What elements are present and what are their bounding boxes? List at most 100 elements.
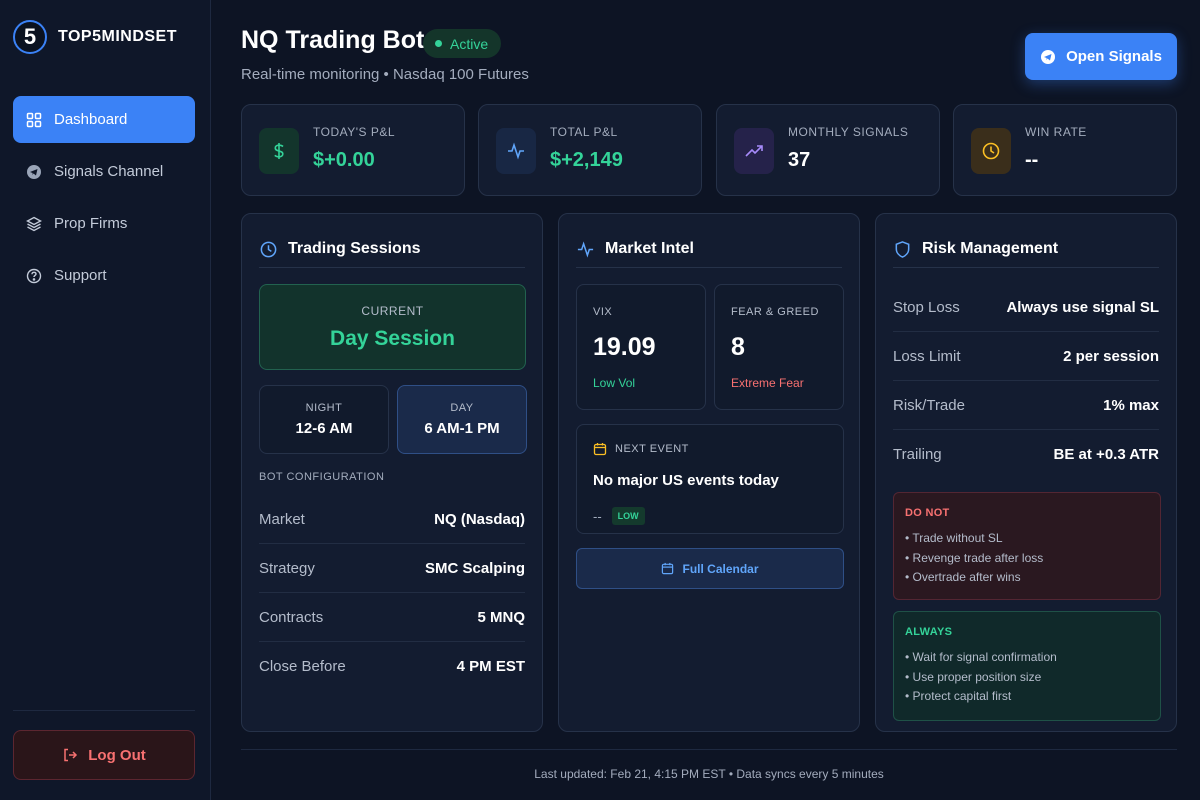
do-not-card: DO NOT • Trade without SL • Revenge trad… — [893, 492, 1161, 600]
bot-configuration-list: Market NQ (Nasdaq) Strategy SMC Scalping… — [259, 495, 525, 691]
do-not-item: • Revenge trade after loss — [905, 550, 1044, 565]
activity-icon — [496, 128, 536, 174]
session-time: 6 AM-1 PM — [424, 420, 500, 437]
risk-value: BE at +0.3 ATR — [1053, 446, 1159, 463]
current-session-value: Day Session — [330, 327, 455, 350]
panel-title: Risk Management — [922, 240, 1059, 257]
divider — [576, 267, 842, 268]
stat-label: WIN RATE — [1025, 125, 1087, 139]
help-circle-icon — [26, 268, 42, 283]
panel-header: Trading Sessions — [259, 232, 525, 266]
always-card: ALWAYS • Wait for signal confirmation • … — [893, 611, 1161, 721]
stat-label: TODAY'S P&L — [313, 125, 396, 139]
fear-greed-card: FEAR & GREED 8 Extreme Fear — [714, 284, 844, 410]
impact-badge: LOW — [611, 507, 645, 525]
always-item: • Wait for signal confirmation — [905, 650, 1057, 664]
risk-key: Loss Limit — [893, 347, 961, 365]
panel-title: Market Intel — [605, 240, 694, 257]
panel-header: Risk Management — [893, 232, 1159, 266]
config-key: Contracts — [259, 608, 324, 626]
risk-row-stop-loss: Stop Loss Always use signal SL — [893, 283, 1159, 332]
session-time: 12-6 AM — [295, 420, 353, 437]
panel-header: Market Intel — [576, 232, 842, 266]
shield-icon — [895, 240, 910, 258]
footer-divider — [241, 749, 1177, 750]
next-event-caption: NEXT EVENT — [593, 442, 689, 456]
sidebar-item-label: Support — [54, 267, 107, 284]
status-badge: Active — [423, 29, 502, 58]
risk-management-panel: Risk Management Stop Loss Always use sig… — [875, 213, 1177, 732]
sidebar: 5 TOP5MINDSET Dashboard Signals Channel … — [0, 0, 211, 800]
layers-icon — [26, 216, 42, 231]
status-dot-icon — [435, 40, 442, 47]
brand[interactable]: 5 TOP5MINDSET — [13, 20, 177, 54]
stat-label: MONTHLY SIGNALS — [788, 125, 909, 139]
stat-label: TOTAL P&L — [550, 125, 618, 139]
do-not-item: • Overtrade after wins — [905, 570, 1021, 584]
next-event-meta: -- LOW — [593, 507, 645, 525]
session-label: NIGHT — [305, 402, 343, 414]
next-event-title: No major US events today — [593, 472, 779, 489]
current-session-label: CURRENT — [361, 304, 424, 318]
sidebar-divider — [13, 710, 195, 711]
vix-label: VIX — [593, 306, 613, 318]
config-key: Market — [259, 510, 305, 528]
next-event-card: NEXT EVENT No major US events today -- L… — [576, 424, 844, 534]
brand-name: TOP5MINDSET — [58, 28, 177, 45]
config-value: NQ (Nasdaq) — [434, 510, 525, 528]
sidebar-item-support[interactable]: Support — [13, 252, 195, 299]
next-event-label: NEXT EVENT — [615, 443, 689, 455]
telegram-icon — [1041, 49, 1056, 64]
telegram-icon — [27, 164, 41, 179]
full-calendar-label: Full Calendar — [682, 561, 759, 576]
sidebar-item-prop-firms[interactable]: Prop Firms — [13, 200, 195, 247]
session-day: DAY 6 AM-1 PM — [397, 385, 527, 454]
panel-title: Trading Sessions — [288, 240, 421, 257]
bot-configuration-caption: BOT CONFIGURATION — [259, 471, 385, 483]
divider — [259, 267, 525, 268]
logout-button[interactable]: Log Out — [13, 730, 195, 780]
open-signals-label: Open Signals — [1066, 48, 1162, 65]
session-night: NIGHT 12-6 AM — [259, 385, 389, 454]
risk-key: Risk/Trade — [893, 396, 965, 414]
market-intel-panel: Market Intel VIX 19.09 Low Vol FEAR & GR… — [558, 213, 860, 732]
config-key: Strategy — [259, 559, 315, 577]
page-subtitle: Real-time monitoring • Nasdaq 100 Future… — [241, 66, 529, 83]
calendar-icon — [593, 443, 607, 456]
risk-value: 2 per session — [1063, 347, 1159, 365]
always-title: ALWAYS — [905, 626, 953, 638]
sidebar-item-dashboard[interactable]: Dashboard — [13, 96, 195, 143]
always-item: • Use proper position size — [905, 669, 1042, 684]
config-row-market: Market NQ (Nasdaq) — [259, 495, 525, 544]
stat-value: -- — [1025, 149, 1039, 171]
vix-card: VIX 19.09 Low Vol — [576, 284, 706, 410]
logout-label: Log Out — [88, 746, 146, 764]
fear-greed-value: 8 — [731, 333, 745, 361]
sidebar-item-label: Signals Channel — [54, 163, 164, 180]
sidebar-item-label: Prop Firms — [54, 215, 128, 232]
clock-icon — [260, 241, 277, 257]
stat-card-total-pnl: TOTAL P&L $+2,149 — [478, 104, 702, 196]
grid-icon — [26, 112, 42, 127]
config-row-strategy: Strategy SMC Scalping — [259, 544, 525, 593]
stat-card-monthly-signals: MONTHLY SIGNALS 37 — [716, 104, 940, 196]
sidebar-item-label: Dashboard — [54, 111, 128, 128]
always-item: • Protect capital first — [905, 689, 1012, 703]
risk-value: 1% max — [1103, 396, 1159, 414]
stat-card-win-rate: WIN RATE -- — [953, 104, 1177, 196]
full-calendar-button[interactable]: Full Calendar — [576, 548, 844, 589]
fear-greed-note: Extreme Fear — [731, 376, 804, 390]
dollar-icon — [259, 128, 299, 174]
sidebar-item-signals-channel[interactable]: Signals Channel — [13, 148, 195, 195]
config-value: SMC Scalping — [424, 559, 525, 577]
config-value: 4 PM EST — [456, 658, 525, 675]
stat-value: $+2,149 — [550, 149, 623, 171]
risk-rules-list: Stop Loss Always use signal SL Loss Limi… — [893, 283, 1159, 479]
brand-logo-icon: 5 — [13, 20, 47, 54]
risk-key: Trailing — [893, 446, 942, 463]
status-label: Active — [450, 35, 489, 52]
trending-up-icon — [734, 128, 774, 174]
do-not-title: DO NOT — [905, 507, 950, 519]
risk-key: Stop Loss — [893, 298, 960, 316]
open-signals-button[interactable]: Open Signals — [1025, 33, 1177, 80]
